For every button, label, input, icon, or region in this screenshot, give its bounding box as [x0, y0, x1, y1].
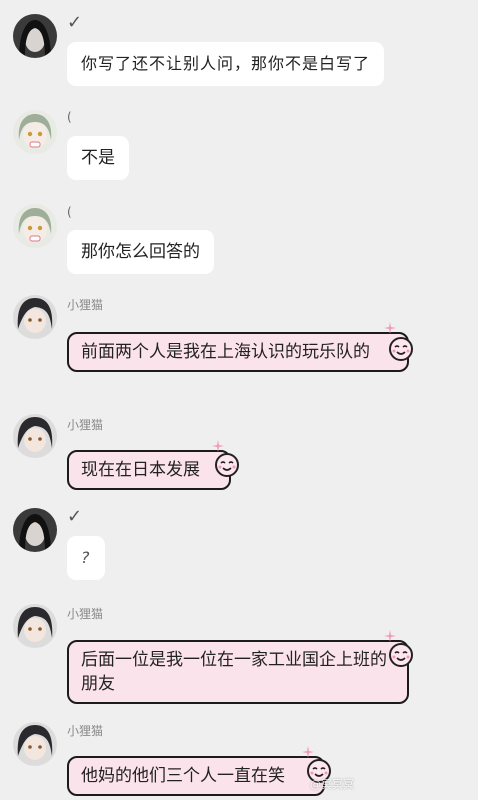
avatar-anime-dark-hair[interactable] [13, 722, 57, 766]
message-bubble[interactable]: 那你怎么回答的 [67, 230, 214, 274]
bubble-face-icon [388, 642, 414, 668]
avatar-dark-hair[interactable] [13, 508, 57, 552]
avatar-anime-green-hair[interactable] [13, 204, 57, 248]
avatar-anime-dark-hair[interactable] [13, 604, 57, 648]
avatar-anime-green-hair[interactable] [13, 110, 57, 154]
message-bubble[interactable]: 前面两个人是我在上海认识的玩乐队的 [67, 332, 409, 372]
message-bubble[interactable]: 后面一位是我一位在一家工业国企上班的朋友 [67, 640, 409, 704]
sparkle-icon [302, 746, 314, 758]
sender-name: ✓ [67, 12, 83, 33]
sparkle-icon [384, 630, 396, 642]
sender-name: 小狸猫 [67, 607, 104, 621]
bubble-face-icon [214, 452, 240, 478]
message-bubble[interactable]: 现在在日本发展 [67, 450, 231, 490]
sparkle-icon [384, 322, 396, 334]
message-bubble[interactable]: 不是 [67, 136, 129, 180]
sender-name: 小狸猫 [67, 724, 104, 738]
avatar-dark-hair[interactable] [13, 14, 57, 58]
sender-name: ( [67, 205, 72, 219]
sender-name: ( [67, 110, 72, 124]
message-bubble[interactable]: ? [67, 536, 105, 580]
sender-name: ✓ [67, 506, 83, 527]
message-bubble[interactable]: 你写了还不让别人问，那你不是白写了 [67, 42, 385, 86]
message-bubble[interactable]: 他妈的他们三个人一直在笑 [67, 756, 325, 796]
sender-name: 小狸猫 [67, 418, 104, 432]
sparkle-icon [212, 440, 224, 452]
bubble-face-icon [388, 336, 414, 362]
watermark: @冥冥冥 [310, 778, 354, 791]
avatar-anime-dark-hair[interactable] [13, 414, 57, 458]
sender-name: 小狸猫 [67, 298, 104, 312]
avatar-anime-dark-hair[interactable] [13, 295, 57, 339]
